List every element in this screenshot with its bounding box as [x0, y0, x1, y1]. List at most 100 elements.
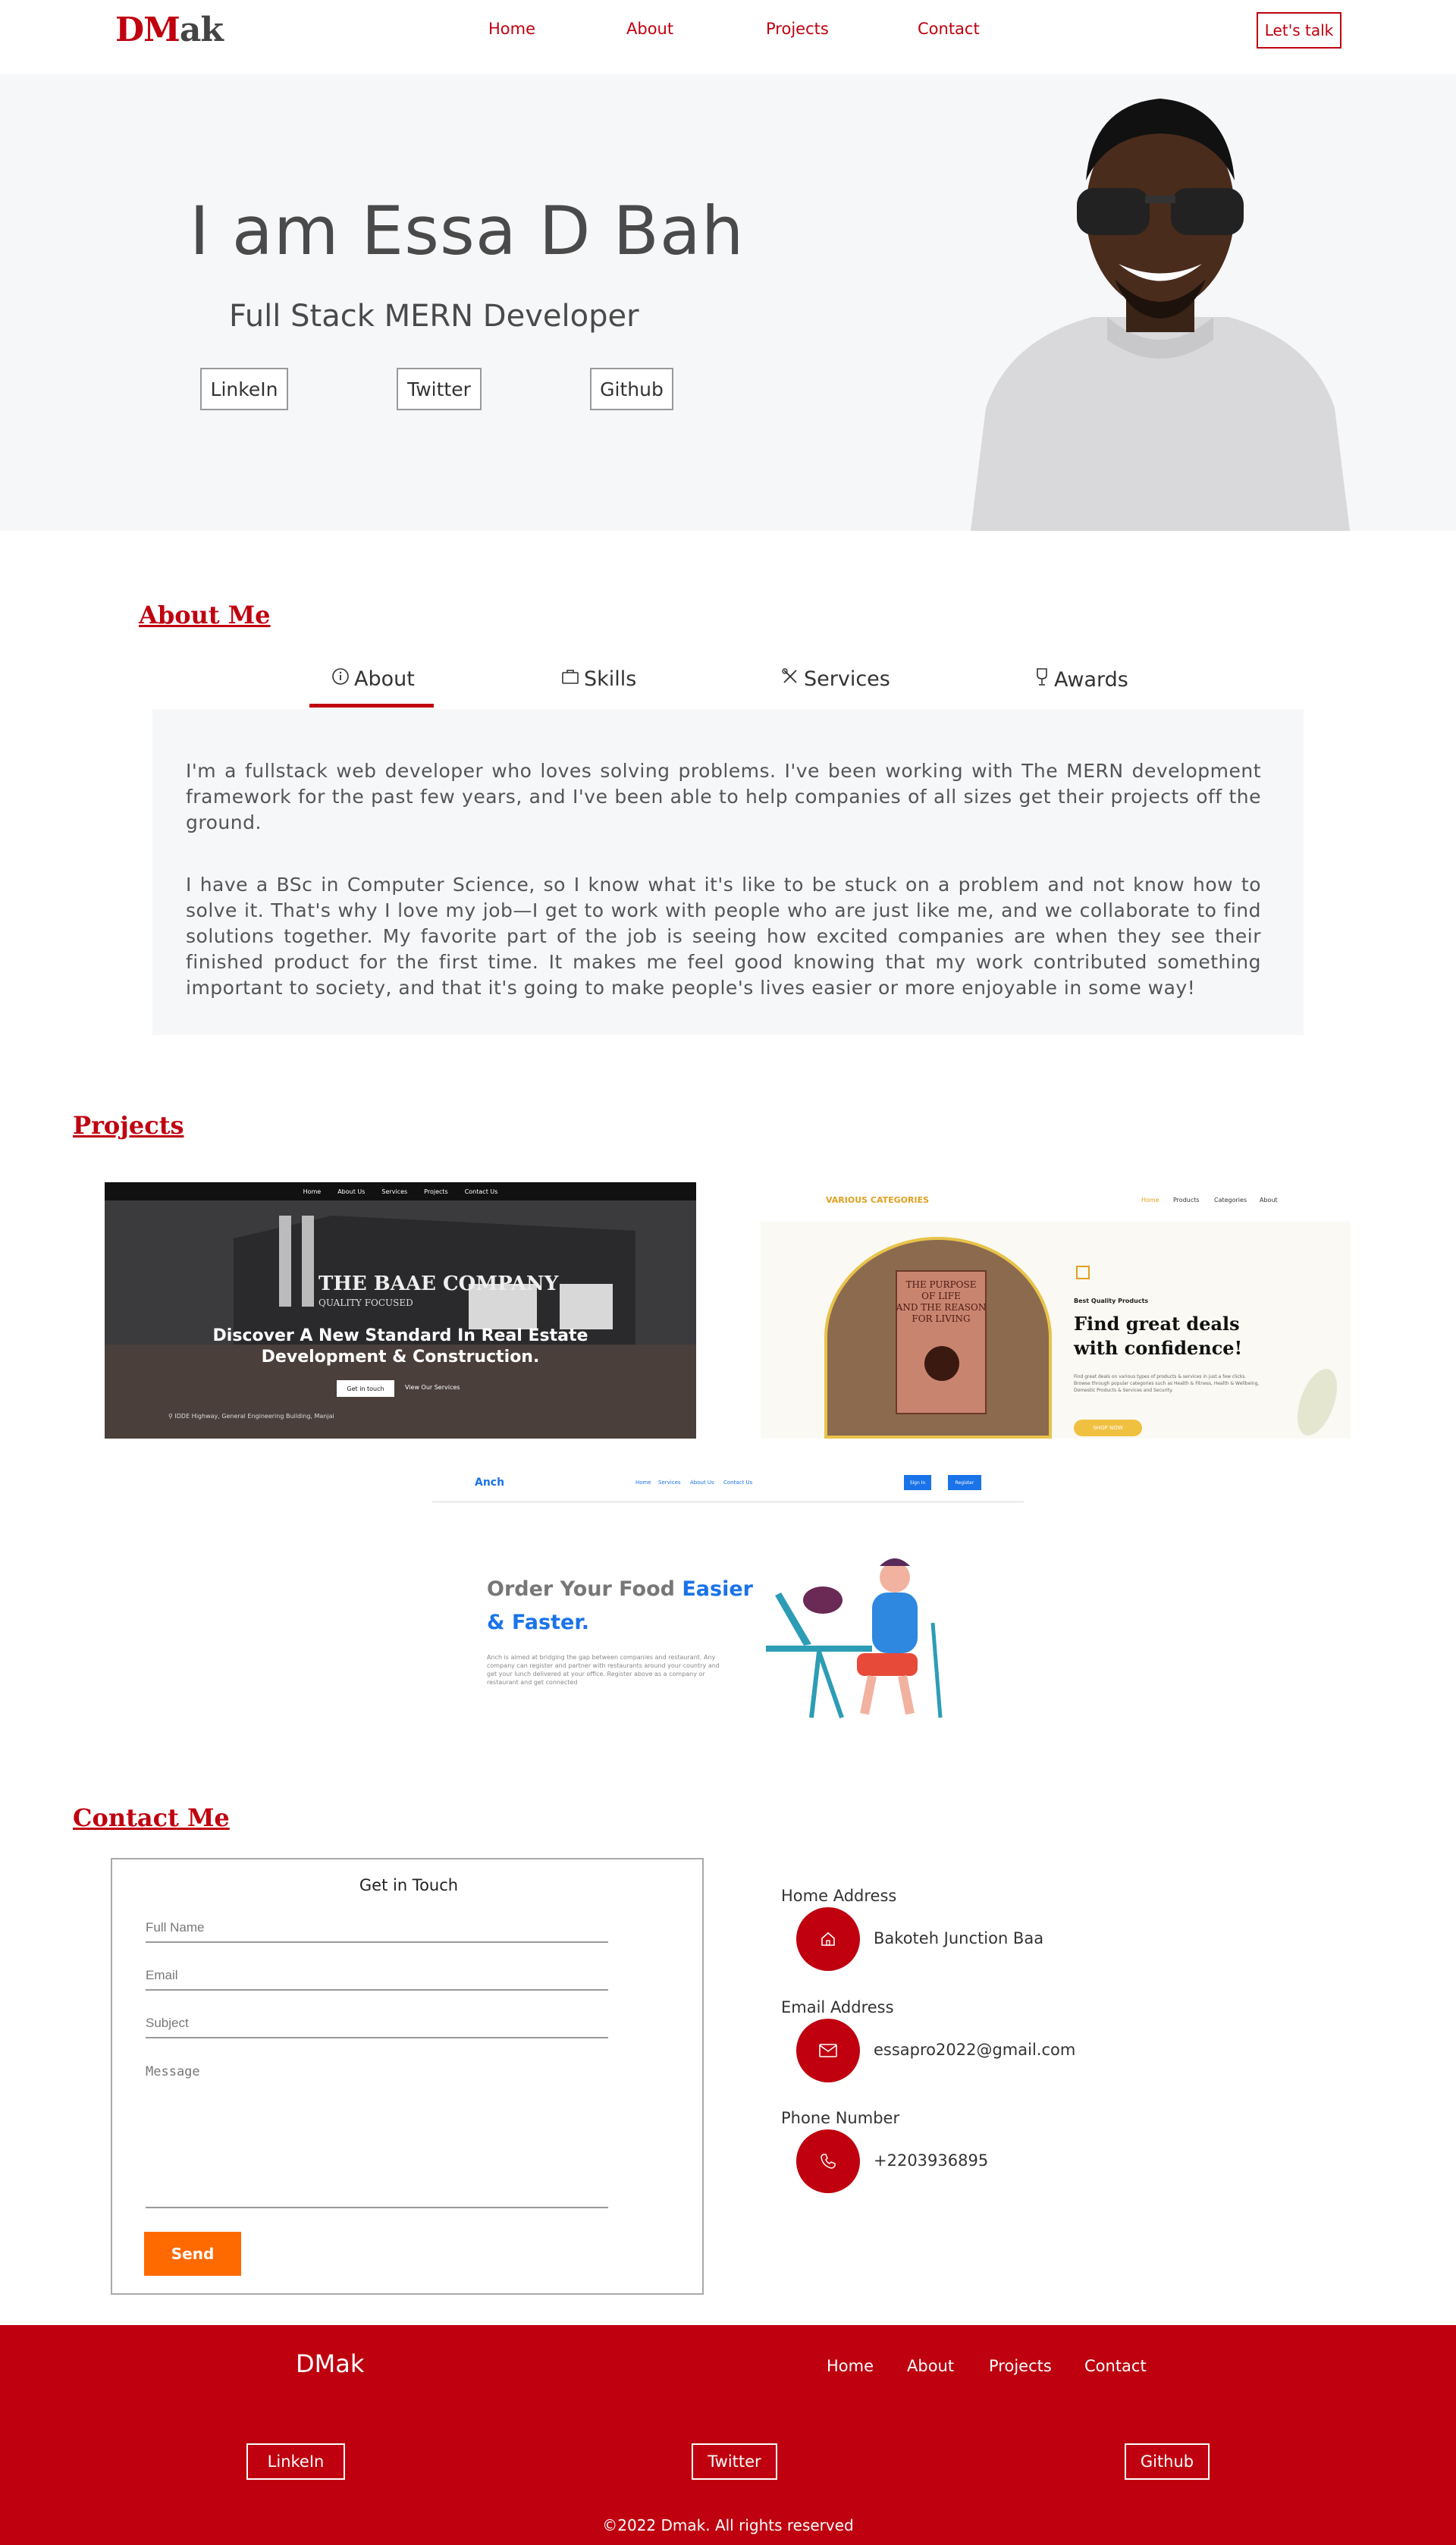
hero-title: I am Essa D Bah	[190, 192, 745, 270]
leaf-decoration	[1298, 1369, 1337, 1436]
profile-photo	[971, 99, 1350, 531]
footer-logo[interactable]: DMak	[296, 2349, 364, 2378]
book-title-line: FOR LIVING	[912, 1313, 971, 1324]
site-footer: DMak Home About Projects Contact LinkeIn…	[0, 2325, 1456, 2545]
p3-nav-item: Home	[635, 1480, 651, 1486]
project-1-address: ⚲ IDDE Highway, General Engineering Buil…	[168, 1413, 334, 1420]
project-2-book-image: THE PURPOSE OF LIFE AND THE REASON FOR L…	[824, 1237, 1052, 1439]
footer-nav-projects[interactable]: Projects	[989, 2357, 1052, 2375]
grid-icon	[1076, 1266, 1090, 1279]
project-1-services-link[interactable]: View Our Services	[405, 1384, 460, 1391]
book-title-line: OF LIFE	[921, 1291, 961, 1301]
nav-contact[interactable]: Contact	[918, 20, 980, 38]
home-icon	[796, 1907, 860, 1971]
full-name-field[interactable]: Full Name	[146, 1920, 608, 1943]
headline-highlight: Easier	[682, 1577, 753, 1601]
p1-nav-item: About Us	[337, 1188, 366, 1195]
p2-nav-item: Categories	[1214, 1197, 1247, 1203]
phone-number-value[interactable]: +2203936895	[874, 2151, 988, 2170]
project-1-get-in-touch-button[interactable]: Get in touch	[337, 1380, 394, 1397]
lets-talk-button[interactable]: Let's talk	[1257, 12, 1341, 49]
project-1-headline-line1: Discover A New Standard In Real Estate	[212, 1326, 588, 1345]
project-3-headline-line1: Order Your Food Easier	[487, 1577, 753, 1601]
project-1-address-text: IDDE Highway, General Engineering Buildi…	[174, 1413, 334, 1420]
active-tab-indicator	[309, 704, 434, 708]
project-3-register-button[interactable]: Register	[948, 1475, 981, 1490]
project-2-headline-line1: Find great deals	[1074, 1313, 1240, 1335]
site-logo[interactable]: DMak	[115, 11, 224, 49]
tab-skills[interactable]: Skills	[561, 667, 636, 691]
mail-icon	[796, 2019, 860, 2082]
footer-nav-about[interactable]: About	[907, 2357, 954, 2375]
message-field[interactable]: Message	[146, 2064, 608, 2208]
subject-field[interactable]: Subject	[146, 2016, 608, 2038]
hero-twitter-button[interactable]: Twitter	[397, 368, 482, 410]
p3-nav-item: About Us	[690, 1480, 714, 1486]
about-heading: About Me	[139, 601, 271, 629]
about-paragraph-2: I have a BSc in Computer Science, so I k…	[186, 874, 1261, 999]
project-card-anch[interactable]: Anch Home Services About Us Contact Us S…	[432, 1464, 1024, 1721]
logo-part-a: DM	[115, 11, 180, 49]
project-3-brand: Anch	[475, 1476, 505, 1489]
projects-heading: Projects	[73, 1111, 184, 1140]
nav-about[interactable]: About	[626, 20, 673, 38]
home-address-label: Home Address	[781, 1887, 897, 1905]
tab-awards-label: Awards	[1054, 668, 1128, 692]
site-header: DMak Home About Projects Contact Let's t…	[0, 0, 1456, 74]
project-1-company-name: THE BAAE COMPANY	[318, 1272, 559, 1295]
project-card-baae[interactable]: Home About Us Services Projects Contact …	[105, 1182, 696, 1439]
project-1-headline-line2: Development & Construction.	[261, 1348, 540, 1367]
phone-number-label: Phone Number	[781, 2109, 900, 2127]
email-field[interactable]: Email	[146, 1968, 608, 1991]
email-address-value[interactable]: essapro2022@gmail.com	[874, 2041, 1075, 2059]
project-2-shop-now-button[interactable]: SHOP NOW	[1074, 1420, 1142, 1436]
p2-nav-item: About	[1260, 1197, 1278, 1203]
project-2-brand: VARIOUS CATEGORIES	[826, 1195, 930, 1205]
trophy-icon	[1034, 667, 1050, 692]
book-title-line: AND THE REASON	[896, 1302, 987, 1313]
tab-about[interactable]: About	[331, 667, 415, 691]
project-card-various-categories[interactable]: VARIOUS CATEGORIES Home Products Categor…	[761, 1182, 1351, 1439]
footer-twitter-button[interactable]: Twitter	[692, 2443, 777, 2480]
tab-services-label: Services	[804, 667, 890, 691]
project-3-illustration	[766, 1558, 943, 1718]
info-icon	[331, 667, 350, 691]
project-3-description: Anch is aimed at bridging the gap betwee…	[487, 1654, 720, 1686]
p2-nav-item: Products	[1173, 1197, 1200, 1203]
p1-nav-item: Contact Us	[464, 1188, 498, 1195]
tab-awards[interactable]: Awards	[1034, 667, 1128, 692]
project-3-headline-line2: & Faster.	[487, 1611, 590, 1634]
email-address-label: Email Address	[781, 1998, 894, 2016]
form-title: Get in Touch	[359, 1876, 459, 1894]
tab-services[interactable]: Services	[781, 667, 890, 691]
p3-nav-item: Services	[658, 1480, 681, 1486]
about-paragraph-1: I'm a fullstack web developer who loves …	[186, 760, 1261, 833]
logo-part-b: ak	[179, 11, 224, 49]
project-2-eyebrow: Best Quality Products	[1074, 1298, 1149, 1304]
footer-github-button[interactable]: Github	[1125, 2443, 1210, 2480]
contact-form: Get in Touch Full Name Email Subject Mes…	[111, 1858, 704, 2295]
p1-nav-item: Services	[381, 1188, 408, 1195]
hero-linkedin-button[interactable]: LinkeIn	[200, 368, 288, 410]
footer-nav-home[interactable]: Home	[827, 2357, 874, 2375]
footer-nav-contact[interactable]: Contact	[1084, 2357, 1147, 2375]
tab-skills-label: Skills	[584, 667, 637, 691]
project-3-sign-in-button[interactable]: Sign In	[904, 1475, 931, 1490]
book-title-line: THE PURPOSE	[905, 1279, 977, 1290]
p3-nav-item: Contact Us	[723, 1480, 753, 1486]
hero-subtitle: Full Stack MERN Developer	[229, 299, 639, 334]
project-2-headline-line2: with confidence!	[1074, 1337, 1243, 1359]
footer-linkedin-button[interactable]: LinkeIn	[246, 2443, 345, 2480]
send-button[interactable]: Send	[144, 2232, 241, 2276]
p1-nav-item: Projects	[424, 1188, 448, 1195]
copyright-text: ©2022 Dmak. All rights reserved	[602, 2516, 854, 2534]
contact-heading: Contact Me	[73, 1803, 230, 1832]
phone-icon	[796, 2129, 860, 2193]
nav-projects[interactable]: Projects	[766, 20, 829, 38]
nav-home[interactable]: Home	[488, 20, 535, 38]
p2-nav-item: Home	[1141, 1197, 1159, 1203]
tab-about-label: About	[354, 667, 415, 691]
home-address-value: Bakoteh Junction Baa	[874, 1929, 1044, 1947]
tools-icon	[781, 667, 799, 691]
hero-github-button[interactable]: Github	[590, 368, 673, 410]
